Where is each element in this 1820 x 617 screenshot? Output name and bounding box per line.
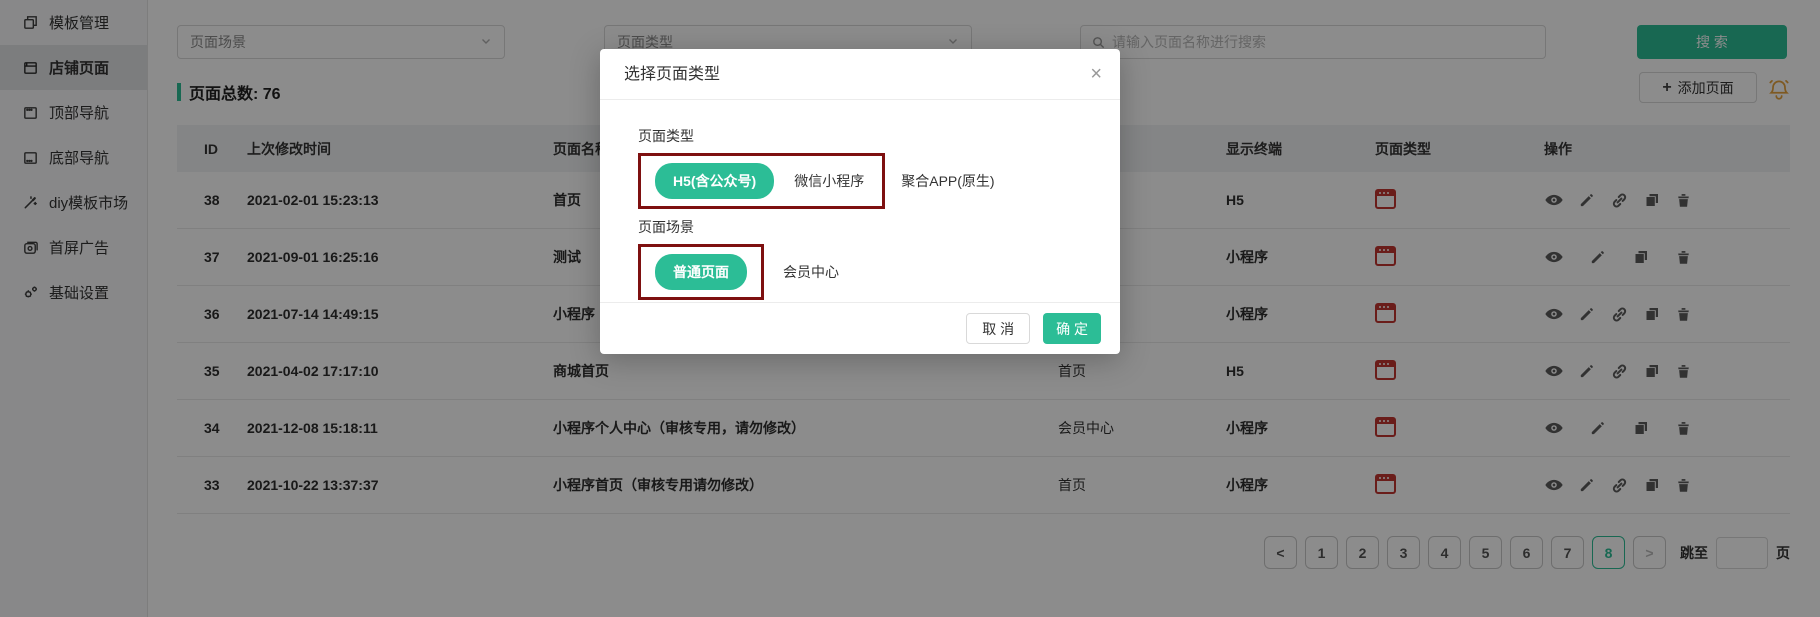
page-scene-section-label: 页面场景: [638, 217, 1100, 237]
option-app-native[interactable]: 聚合APP(原生): [901, 171, 994, 191]
close-icon[interactable]: ×: [1090, 49, 1102, 100]
modal-header: 选择页面类型 ×: [600, 49, 1120, 100]
option-normal-page-selected[interactable]: 普通页面: [655, 254, 747, 290]
modal-title: 选择页面类型: [624, 66, 720, 83]
modal-body: 页面类型 H5(含公众号) 微信小程序 聚合APP(原生) 页面场景 普通页面 …: [600, 100, 1120, 300]
option-member-center[interactable]: 会员中心: [783, 262, 839, 282]
page-scene-options: 普通页面 会员中心: [638, 244, 1100, 300]
select-page-type-modal: 选择页面类型 × 页面类型 H5(含公众号) 微信小程序 聚合APP(原生) 页…: [600, 49, 1120, 354]
modal-footer: 取 消 确 定: [600, 302, 1120, 354]
annotation-box: H5(含公众号) 微信小程序: [638, 153, 885, 209]
option-wechat-miniprogram[interactable]: 微信小程序: [794, 171, 864, 191]
annotation-box: 普通页面: [638, 244, 764, 300]
page-admin-app: 模板管理 店铺页面 顶部导航 底部导航 diy模板市场 首屏广告 基础设置 页面…: [0, 0, 1820, 617]
confirm-button[interactable]: 确 定: [1043, 313, 1101, 344]
option-h5-selected[interactable]: H5(含公众号): [655, 163, 774, 199]
cancel-button[interactable]: 取 消: [966, 313, 1030, 344]
page-type-section-label: 页面类型: [638, 126, 1100, 146]
page-type-options: H5(含公众号) 微信小程序 聚合APP(原生): [638, 153, 1100, 209]
